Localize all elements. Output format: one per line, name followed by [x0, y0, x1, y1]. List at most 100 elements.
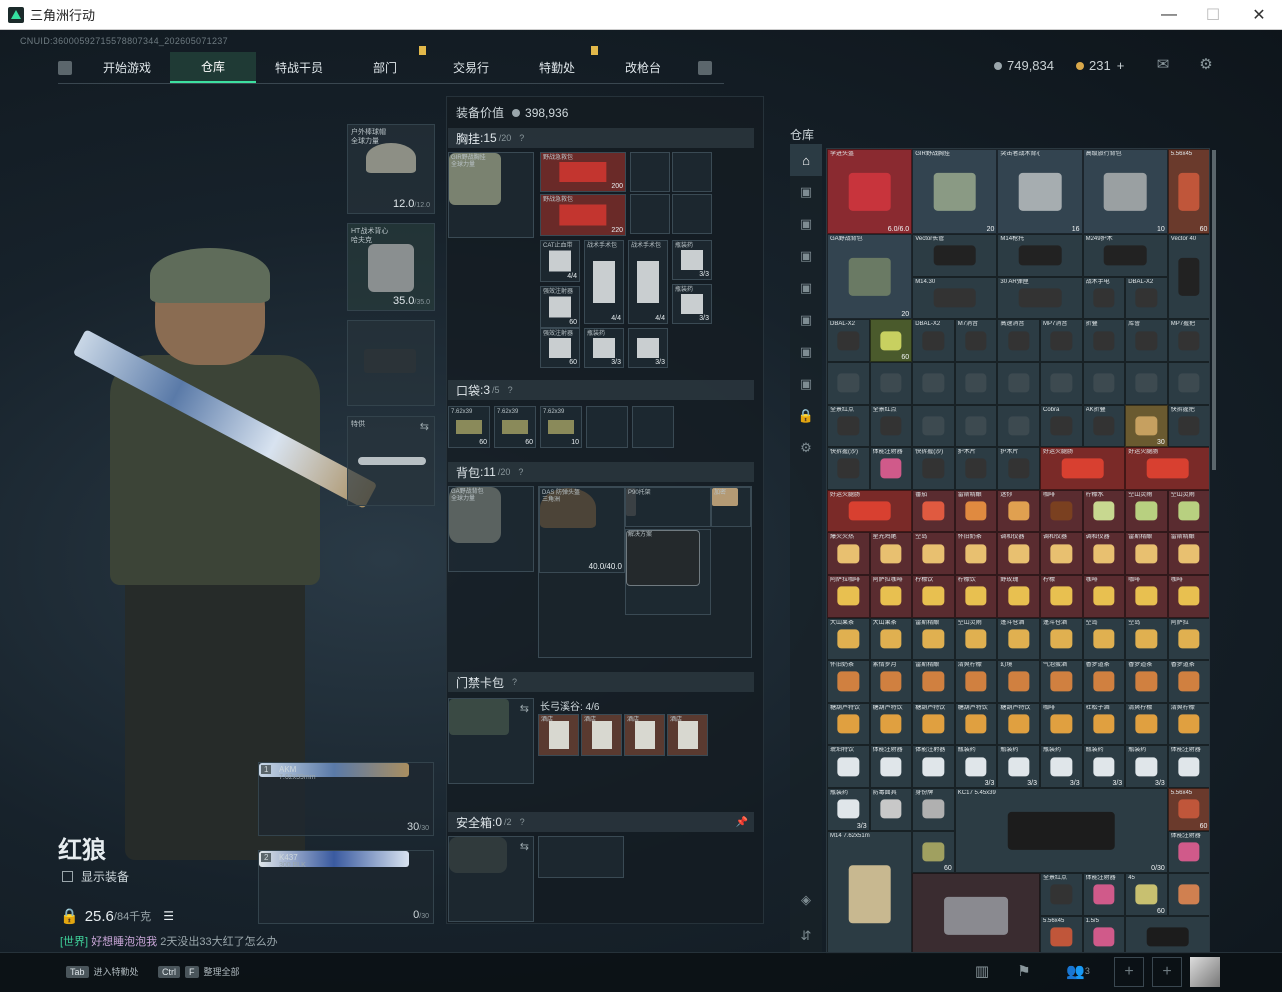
help-icon[interactable]: ?: [519, 133, 524, 143]
pocket-item[interactable]: 7.62x39 60: [448, 406, 490, 448]
storage-item[interactable]: 折叠: [1082, 319, 1126, 362]
storage-item[interactable]: 60: [869, 319, 913, 362]
keycard-item[interactable]: 酒店: [667, 714, 708, 756]
swap-icon[interactable]: ⇆: [520, 840, 529, 853]
storage-item[interactable]: 糖葫芦特饮: [827, 702, 870, 746]
armor-slot[interactable]: HT战术背心 哈夫克 35.0/35.0: [347, 223, 435, 311]
storage-item[interactable]: 空山灵雨: [954, 617, 998, 661]
stats-icon[interactable]: ▥: [972, 963, 992, 980]
storage-item[interactable]: 好运火腿肠: [1040, 447, 1126, 490]
storage-item[interactable]: 空山灵雨: [1167, 489, 1209, 533]
storage-item[interactable]: 体能注射器: [1167, 745, 1209, 788]
storage-item[interactable]: 气泡蛋酒: [1040, 660, 1083, 703]
storage-item[interactable]: 全景红点: [827, 404, 870, 448]
storage-item[interactable]: 咖啡: [1125, 575, 1168, 618]
storage-item[interactable]: 空山灵雨: [1125, 489, 1168, 533]
storage-item[interactable]: [827, 362, 870, 405]
storage-item[interactable]: 雷斯精酿: [912, 660, 955, 703]
backpack-item[interactable]: GA野战背包 全球力量: [448, 486, 534, 572]
storage-item[interactable]: 瓶装药 3/3: [827, 788, 870, 831]
storage-item[interactable]: MP7握把: [1167, 319, 1209, 362]
chest-item[interactable]: CAT止血带 4/4: [540, 240, 580, 282]
sort-all-shortcut[interactable]: Ctrl F 整理全部: [158, 965, 240, 978]
storage-item[interactable]: 清爽柠檬: [1125, 702, 1168, 746]
help-icon[interactable]: ?: [508, 385, 513, 395]
storage-item[interactable]: 香梦道茶: [1125, 660, 1168, 703]
storage-item[interactable]: [1167, 362, 1209, 405]
keycard-item[interactable]: 酒店: [538, 714, 579, 756]
chest-rig-item[interactable]: GIR野战胸挂 全球力量: [448, 152, 534, 238]
storage-item[interactable]: 阿萨拉咖啡: [827, 575, 870, 618]
tab-trade[interactable]: 交易行: [428, 52, 514, 83]
settings-gear-icon[interactable]: ⚙: [1196, 56, 1216, 73]
storage-item[interactable]: [869, 362, 913, 405]
storage-item[interactable]: [1040, 362, 1083, 405]
checkbox-icon[interactable]: [62, 871, 73, 882]
chest-item[interactable]: 瓶装药 3/3: [672, 284, 712, 324]
storage-item[interactable]: M14枪托: [997, 234, 1083, 277]
nav-prev-icon[interactable]: [58, 61, 72, 75]
storage-item[interactable]: M14 7.62x51mm: [827, 830, 913, 953]
storage-item[interactable]: DBAL-X2: [827, 319, 870, 362]
minimize-button[interactable]: —: [1146, 0, 1192, 30]
storage-item[interactable]: 糖葫芦特饮: [954, 702, 998, 746]
chest-item[interactable]: 3/3: [628, 328, 668, 368]
storage-layers-icon[interactable]: ◈: [790, 884, 822, 916]
storage-item[interactable]: 45 60: [1125, 873, 1168, 916]
storage-item[interactable]: 雷斯精酿: [912, 617, 955, 661]
storage-item[interactable]: M14.30: [912, 276, 998, 320]
storage-item[interactable]: 快拆握把: [1167, 404, 1209, 448]
nav-next-icon[interactable]: [698, 61, 712, 75]
storage-item[interactable]: 库鲁: [1125, 319, 1168, 362]
storage-item[interactable]: 柠檬饮: [954, 575, 998, 618]
storage-item[interactable]: 大山果茶: [869, 617, 913, 661]
storage-item[interactable]: 咖啡: [1040, 702, 1083, 746]
storage-item[interactable]: 5.56x45: [1040, 915, 1083, 953]
flag-icon[interactable]: ⚑: [1014, 963, 1034, 980]
pistol-slot[interactable]: [347, 320, 435, 406]
helmet-slot[interactable]: 户外棒球帽 全球力量 12.0/12.0: [347, 124, 435, 214]
storage-item[interactable]: 蓬斗仓酒: [997, 617, 1040, 661]
storage-item[interactable]: Vector长管: [912, 234, 998, 277]
storage-item[interactable]: 调和仪器: [1040, 532, 1083, 575]
storage-item[interactable]: 柠檬水: [1082, 489, 1126, 533]
storage-item[interactable]: 怀旧奶茶: [954, 532, 998, 575]
storage-item[interactable]: MP7消音: [1040, 319, 1083, 362]
close-button[interactable]: ✕: [1236, 0, 1282, 30]
storage-item[interactable]: 李进头盔 6.0/6.0: [827, 149, 913, 235]
chest-empty-slot[interactable]: [630, 194, 670, 234]
help-icon[interactable]: ?: [520, 817, 525, 827]
solution-case-item[interactable]: 解决方案: [625, 529, 711, 615]
keycard-item[interactable]: 酒店: [581, 714, 622, 756]
storage-item[interactable]: 空岛: [1125, 617, 1168, 661]
storage-item[interactable]: AK折叠: [1082, 404, 1126, 448]
chest-item[interactable]: 野战急救包 200: [540, 152, 626, 192]
secondary-weapon-slot[interactable]: 2 K437 300 BLK 0/30: [258, 850, 434, 924]
storage-item[interactable]: [997, 404, 1040, 448]
storage-item[interactable]: 好运火腿肠: [827, 489, 913, 533]
swap-icon[interactable]: ⇆: [420, 420, 429, 433]
storage-item[interactable]: 怀旧奶茶: [827, 660, 870, 703]
storage-settings-icon[interactable]: ⚙: [790, 432, 822, 464]
storage-item[interactable]: 空岛: [912, 532, 955, 575]
storage-tab-weapon-icon[interactable]: ▣: [790, 208, 822, 240]
storage-item[interactable]: 咖啡: [1167, 575, 1209, 618]
storage-item[interactable]: 清爽柠檬: [1167, 702, 1209, 746]
storage-item[interactable]: 战术手电: [1082, 276, 1126, 320]
storage-item[interactable]: 体能注射器: [1082, 873, 1126, 916]
storage-item[interactable]: 突击者战术背心 16: [997, 149, 1083, 235]
storage-item[interactable]: 好运火腿肠: [1125, 447, 1209, 490]
storage-item[interactable]: [954, 362, 998, 405]
special-ops-shortcut[interactable]: Tab 进入特勤处: [66, 965, 139, 978]
das-helmet-item[interactable]: DAS 防弹头盔 三角洲 40.0/40.0: [539, 487, 625, 573]
storage-item[interactable]: 星光鸡尾: [869, 532, 913, 575]
storage-item[interactable]: 身份牌: [912, 788, 955, 831]
show-equipment-toggle[interactable]: 显示装备: [62, 868, 129, 885]
help-icon[interactable]: ?: [518, 467, 523, 477]
storage-item[interactable]: M249护木: [1082, 234, 1168, 277]
storage-item[interactable]: 全景红点: [869, 404, 913, 448]
chest-item[interactable]: 野战急救包 220: [540, 194, 626, 236]
maximize-button[interactable]: ☐: [1190, 0, 1236, 30]
help-icon[interactable]: ?: [512, 677, 517, 687]
storage-item[interactable]: [1125, 362, 1168, 405]
